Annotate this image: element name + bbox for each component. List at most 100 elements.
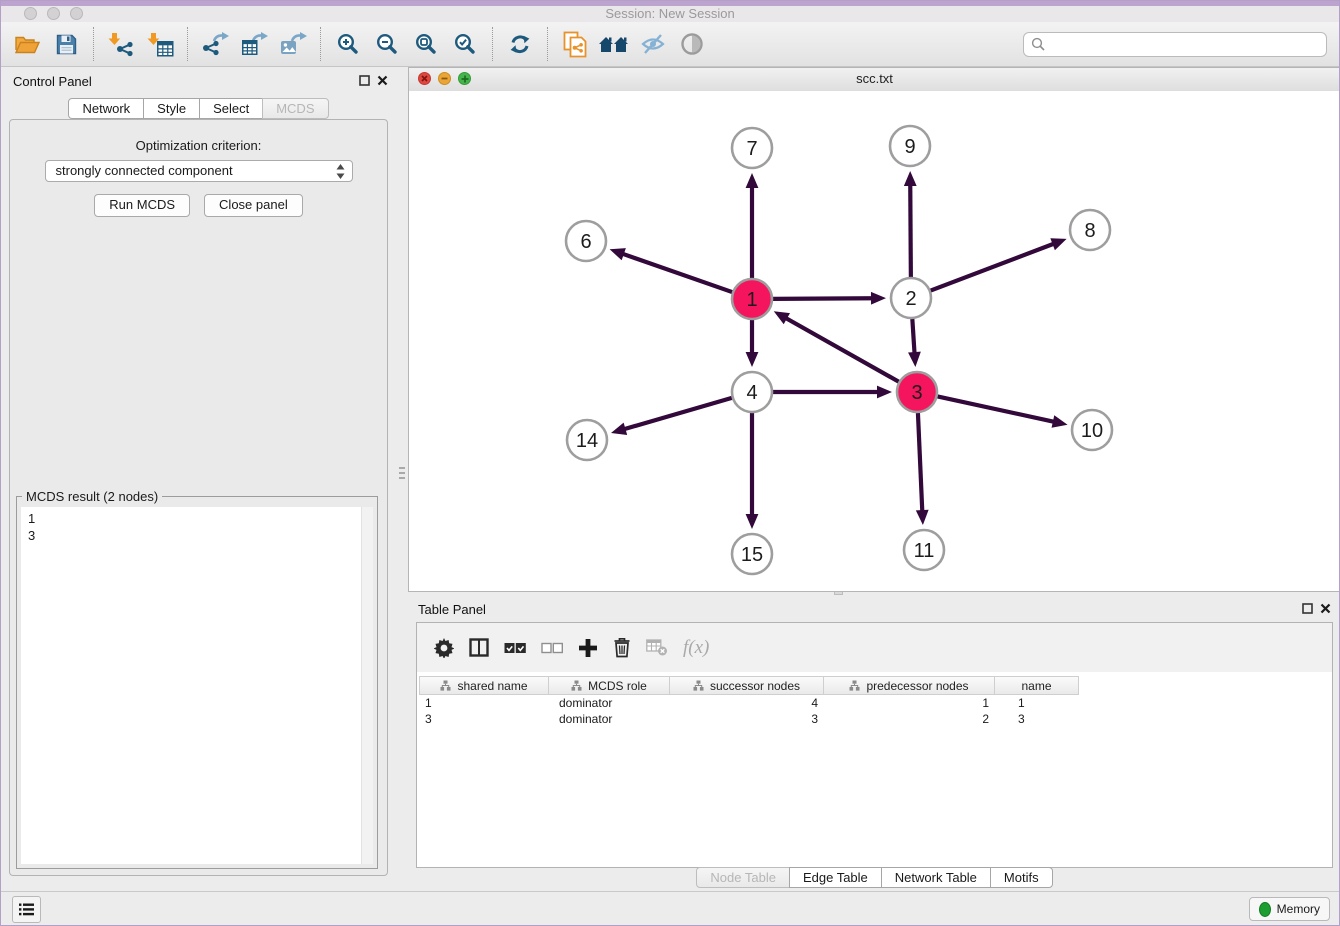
vertical-split-handle[interactable] [399,467,405,480]
memory-status-icon [1259,902,1271,917]
edge-4-14[interactable] [623,398,732,430]
memory-button[interactable]: Memory [1249,897,1330,921]
network-zoom-button[interactable] [458,72,471,85]
memory-label: Memory [1277,902,1320,916]
column-header-mcds-role[interactable]: MCDS role [549,676,670,695]
cell-name[interactable]: 3 [995,712,1079,726]
tab-network-table[interactable]: Network Table [881,867,991,888]
criterion-selected-value: strongly connected component [56,163,233,178]
show-graphics-details-button[interactable] [676,27,708,61]
table-row-0[interactable]: 1dominator411 [419,695,1332,711]
cell-name[interactable]: 1 [995,696,1079,710]
edge-2-9[interactable] [910,183,911,277]
export-network-button[interactable] [199,27,231,61]
network-minimize-button[interactable] [438,72,451,85]
first-neighbors-button[interactable] [598,27,630,61]
import-table-button[interactable] [144,27,176,61]
mcds-result-area[interactable]: 1 3 [21,507,373,864]
zoom-in-icon [337,33,359,55]
table-row-1[interactable]: 3dominator323 [419,711,1332,727]
zoom-in-button[interactable] [332,27,364,61]
mcds-result-title: MCDS result (2 nodes) [22,489,162,504]
zoom-fit-button[interactable] [410,27,442,61]
node-table-container: f(x) shared nameMCDS rolesuccessor nodes… [416,622,1333,868]
close-panel-button[interactable]: Close panel [204,194,303,217]
network-close-button[interactable] [418,72,431,85]
search-input[interactable] [1045,36,1319,53]
run-mcds-button[interactable]: Run MCDS [94,194,190,217]
graph-node-label-1: 1 [746,289,757,311]
table-options-button[interactable] [434,633,454,663]
export-table-button[interactable] [238,27,270,61]
column-header-name[interactable]: name [995,676,1079,695]
network-graph[interactable]: 7968124314101511 [409,91,1340,591]
select-all-button[interactable] [504,633,526,663]
graph-node-label-6: 6 [580,231,591,253]
tab-select[interactable]: Select [199,98,263,119]
delete-table-icon [646,639,668,656]
function-builder-button[interactable]: f(x) [683,633,709,663]
cell-predecessor-nodes[interactable]: 1 [824,696,995,710]
hide-selected-button[interactable] [637,27,669,61]
save-disk-icon [56,34,77,55]
edge-1-6[interactable] [621,253,732,292]
network-canvas[interactable]: 7968124314101511 [409,91,1340,591]
edge-2-3[interactable] [912,319,914,355]
float-panel-icon[interactable] [359,75,370,86]
edge-2-8[interactable] [931,243,1056,290]
column-header-successor-nodes[interactable]: successor nodes [670,676,824,695]
open-session-button[interactable] [11,27,43,61]
result-scrollbar[interactable] [361,507,373,864]
add-column-button[interactable] [578,633,598,663]
tab-edge-table[interactable]: Edge Table [789,867,882,888]
edge-1-2[interactable] [773,298,874,299]
delete-column-button[interactable] [613,633,631,663]
homes-icon [599,35,629,54]
cell-predecessor-nodes[interactable]: 2 [824,712,995,726]
task-history-button[interactable] [12,896,41,923]
cell-shared-name[interactable]: 3 [419,712,549,726]
zoom-glyph-icon [461,75,469,83]
trash-icon [613,637,631,658]
edge-3-10[interactable] [938,396,1056,422]
cell-successor-nodes[interactable]: 3 [670,712,824,726]
column-header-predecessor-nodes[interactable]: predecessor nodes [824,676,995,695]
select-all-icon [504,642,526,654]
save-session-button[interactable] [50,27,82,61]
edge-3-11[interactable] [918,413,922,513]
show-column-button[interactable] [469,633,489,663]
control-panel-tabs: NetworkStyleSelectMCDS [1,98,396,119]
apply-layout-button[interactable] [504,27,536,61]
tab-network[interactable]: Network [68,98,144,119]
export-image-button[interactable] [277,27,309,61]
cell-mcds-role[interactable]: dominator [549,712,670,726]
tab-mcds[interactable]: MCDS [262,98,328,119]
close-table-panel-icon[interactable] [1320,603,1331,614]
zoom-out-button[interactable] [371,27,403,61]
float-table-panel-icon[interactable] [1302,603,1313,614]
clear-selection-button[interactable] [541,633,563,663]
criterion-select[interactable]: strongly connected component [45,160,353,182]
clone-network-button[interactable] [559,27,591,61]
close-panel-icon[interactable] [377,75,388,86]
delete-table-button[interactable] [646,633,668,663]
tab-node-table[interactable]: Node Table [696,867,790,888]
eye-icon [680,32,704,56]
table-panel-header: Table Panel [408,596,1340,622]
plus-icon [578,638,598,658]
tab-style[interactable]: Style [143,98,200,119]
graph-node-label-15: 15 [741,544,763,566]
edge-arrow-1-4 [746,352,759,367]
tab-motifs[interactable]: Motifs [990,867,1053,888]
mcds-panel: Optimization criterion: strongly connect… [9,119,388,876]
column-header-shared-name[interactable]: shared name [419,676,549,695]
optimization-criterion-label: Optimization criterion: [10,138,387,153]
application-window: Session: New Session [0,0,1340,926]
zoom-selected-button[interactable] [449,27,481,61]
import-network-button[interactable] [105,27,137,61]
control-panel-header: Control Panel [1,67,396,95]
cell-shared-name[interactable]: 1 [419,696,549,710]
edge-3-1[interactable] [784,317,898,382]
cell-mcds-role[interactable]: dominator [549,696,670,710]
cell-successor-nodes[interactable]: 4 [670,696,824,710]
